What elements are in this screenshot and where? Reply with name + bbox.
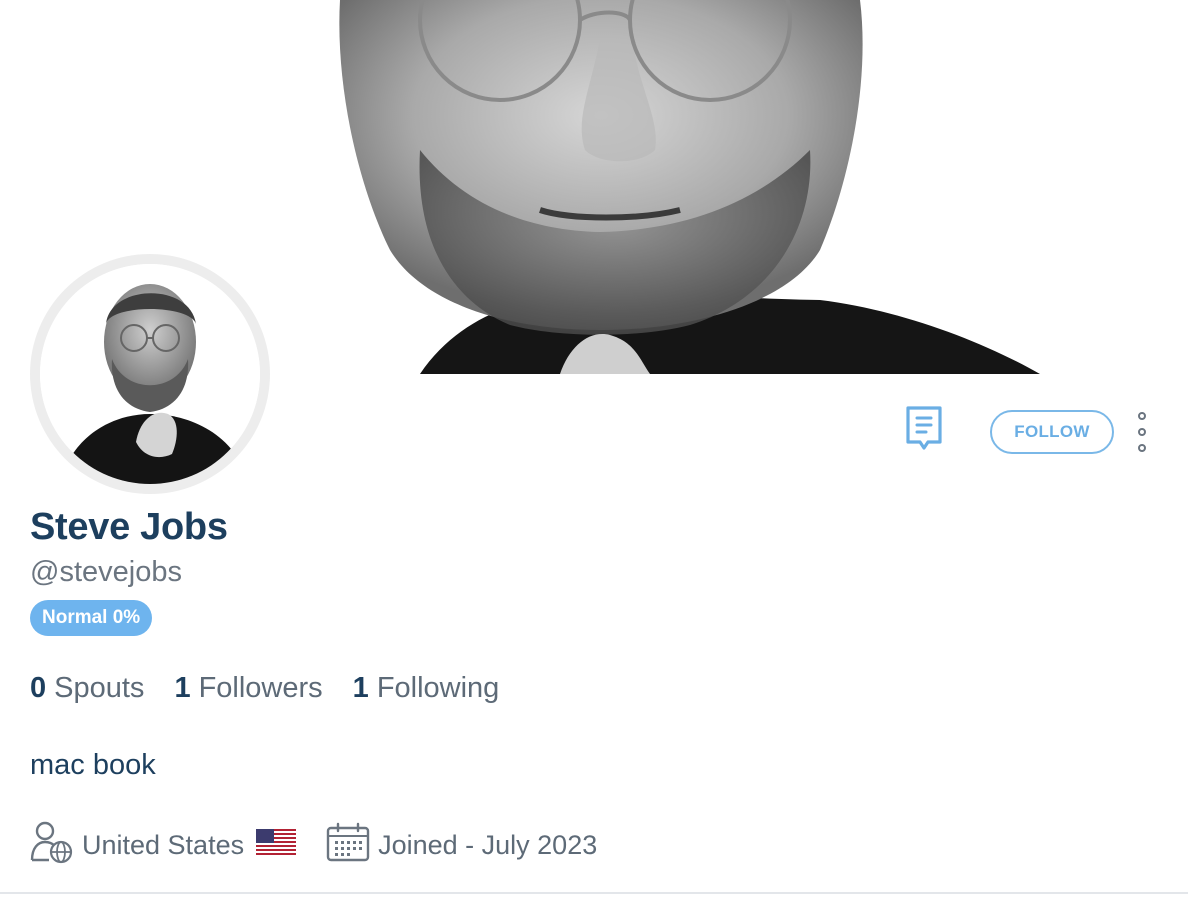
- profile-handle: @stevejobs: [30, 556, 182, 588]
- avatar-photo: [40, 264, 260, 484]
- location-text: United States: [82, 830, 245, 860]
- spouts-label: Spouts: [54, 672, 145, 704]
- calendar-icon: [326, 822, 370, 869]
- divider: [0, 892, 1188, 894]
- profile-bio: mac book: [30, 749, 156, 781]
- status-badge: Normal 0%: [30, 600, 153, 636]
- profile-stats: 0 Spouts 1 Followers 1 Following: [30, 672, 499, 705]
- joined-date: Joined - July 2023: [378, 830, 598, 860]
- stat-followers[interactable]: 1 Followers: [174, 672, 322, 705]
- avatar[interactable]: [30, 254, 270, 494]
- spouts-count: 0: [30, 672, 47, 704]
- more-options-button[interactable]: [1132, 408, 1152, 456]
- following-label: Following: [376, 672, 500, 704]
- stat-spouts[interactable]: 0 Spouts: [30, 672, 144, 705]
- followers-label: Followers: [198, 672, 323, 704]
- user-globe-icon: [30, 820, 74, 871]
- message-icon: [906, 406, 942, 450]
- following-count: 1: [352, 672, 369, 704]
- more-vertical-icon: [1138, 412, 1146, 452]
- profile-meta: United States Joined - July 2023: [30, 820, 597, 871]
- us-flag-icon: [256, 829, 297, 862]
- profile-name: Steve Jobs: [30, 506, 228, 548]
- followers-count: 1: [174, 672, 191, 704]
- message-button[interactable]: [904, 404, 944, 456]
- stat-following[interactable]: 1 Following: [353, 672, 500, 705]
- follow-button[interactable]: FOLLOW: [990, 410, 1114, 454]
